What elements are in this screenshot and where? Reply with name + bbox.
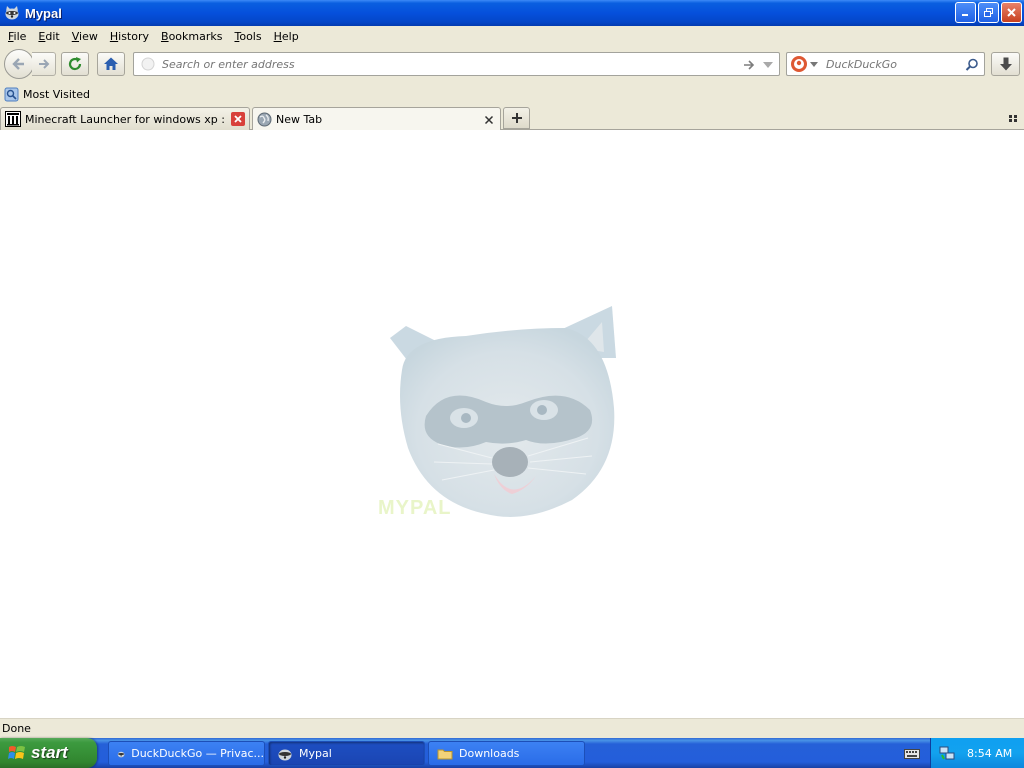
clock[interactable]: 8:54 AM <box>967 747 1012 760</box>
mypal-icon <box>278 749 292 760</box>
close-icon <box>1007 8 1016 17</box>
bookmark-folder-icon <box>4 87 19 101</box>
plus-icon <box>511 113 522 123</box>
bookmarks-toolbar: Most Visited <box>0 82 1024 106</box>
mypal-icon <box>117 751 125 757</box>
network-icon[interactable] <box>939 745 955 761</box>
task-label: Mypal <box>299 747 332 760</box>
system-tray: 8:54 AM <box>930 738 1024 768</box>
status-bar: Done <box>0 718 1024 738</box>
close-tab-button[interactable] <box>231 112 245 126</box>
reload-icon <box>68 57 82 71</box>
tab-label: Minecraft Launcher for windows xp : Fre.… <box>25 112 229 126</box>
bookmark-most-visited[interactable]: Most Visited <box>4 87 90 102</box>
menu-edit[interactable]: Edit <box>32 30 65 43</box>
menu-bookmarks[interactable]: Bookmarks <box>155 30 228 43</box>
start-label: start <box>31 743 68 762</box>
search-bar[interactable] <box>786 52 985 76</box>
menu-history[interactable]: History <box>104 30 155 43</box>
search-icon[interactable] <box>965 58 979 72</box>
tab-new-tab[interactable]: New Tab <box>252 107 501 131</box>
menu-help[interactable]: Help <box>268 30 305 43</box>
restore-button[interactable] <box>978 2 999 23</box>
duckduckgo-icon[interactable] <box>790 55 808 73</box>
reload-button[interactable] <box>61 52 89 76</box>
download-arrow-icon <box>999 57 1012 71</box>
window-titlebar[interactable]: Mypal <box>0 0 1024 26</box>
forward-button[interactable] <box>32 52 56 76</box>
downloads-button[interactable] <box>991 52 1020 76</box>
page-content: MYPAL <box>0 130 1024 718</box>
menu-bar: File Edit View History Bookmarks Tools Help <box>0 26 1024 46</box>
close-tab-icon[interactable] <box>484 115 494 125</box>
menu-file[interactable]: File <box>2 30 32 43</box>
window-title: Mypal <box>25 5 62 21</box>
taskbar-item-duckduckgo[interactable]: DuckDuckGo — Privac... <box>108 741 265 766</box>
dropdown-arrow-icon[interactable] <box>762 59 774 71</box>
tab-minecraft-launcher[interactable]: Minecraft Launcher for windows xp : Fre.… <box>0 107 250 130</box>
restore-icon <box>984 8 993 17</box>
address-bar[interactable] <box>133 52 780 76</box>
task-label: Downloads <box>459 747 520 760</box>
keyboard-icon[interactable] <box>904 746 920 760</box>
status-text: Done <box>2 722 31 735</box>
mypal-icon <box>5 6 19 20</box>
folder-icon <box>437 749 453 759</box>
archive-org-icon <box>5 111 21 127</box>
close-window-button[interactable] <box>1001 2 1022 23</box>
site-identity-icon <box>141 57 155 71</box>
navigation-toolbar <box>0 46 1024 82</box>
address-input[interactable] <box>162 57 722 71</box>
list-all-tabs-icon[interactable] <box>1008 112 1020 124</box>
minimize-icon <box>962 14 968 16</box>
engine-dropdown-icon[interactable] <box>810 60 818 68</box>
mypal-raccoon-logo: MYPAL <box>378 306 616 519</box>
forward-arrow-icon <box>38 59 49 69</box>
taskbar-item-mypal[interactable]: Mypal <box>268 741 425 766</box>
start-button[interactable]: start <box>0 738 97 768</box>
taskbar-item-downloads[interactable]: Downloads <box>428 741 585 766</box>
search-input[interactable] <box>826 57 966 71</box>
bookmark-label: Most Visited <box>23 87 90 101</box>
tab-strip: Minecraft Launcher for windows xp : Fre.… <box>0 106 1024 131</box>
task-label: DuckDuckGo — Privac... <box>131 747 264 760</box>
new-tab-button[interactable] <box>503 107 530 129</box>
back-button[interactable] <box>4 49 34 79</box>
windows-logo-icon <box>8 746 25 759</box>
home-button[interactable] <box>97 52 125 76</box>
tab-label: New Tab <box>276 113 323 126</box>
logo-text: MYPAL <box>378 497 452 519</box>
taskbar: start DuckDuckGo — Privac... Mypal Downl… <box>0 738 1024 768</box>
minimize-button[interactable] <box>955 2 976 23</box>
menu-view[interactable]: View <box>66 30 104 43</box>
go-arrow-icon[interactable] <box>742 58 756 72</box>
close-icon <box>234 115 242 123</box>
menu-tools[interactable]: Tools <box>228 30 267 43</box>
home-icon <box>104 57 118 70</box>
back-arrow-icon <box>12 58 24 70</box>
globe-icon <box>257 112 272 127</box>
